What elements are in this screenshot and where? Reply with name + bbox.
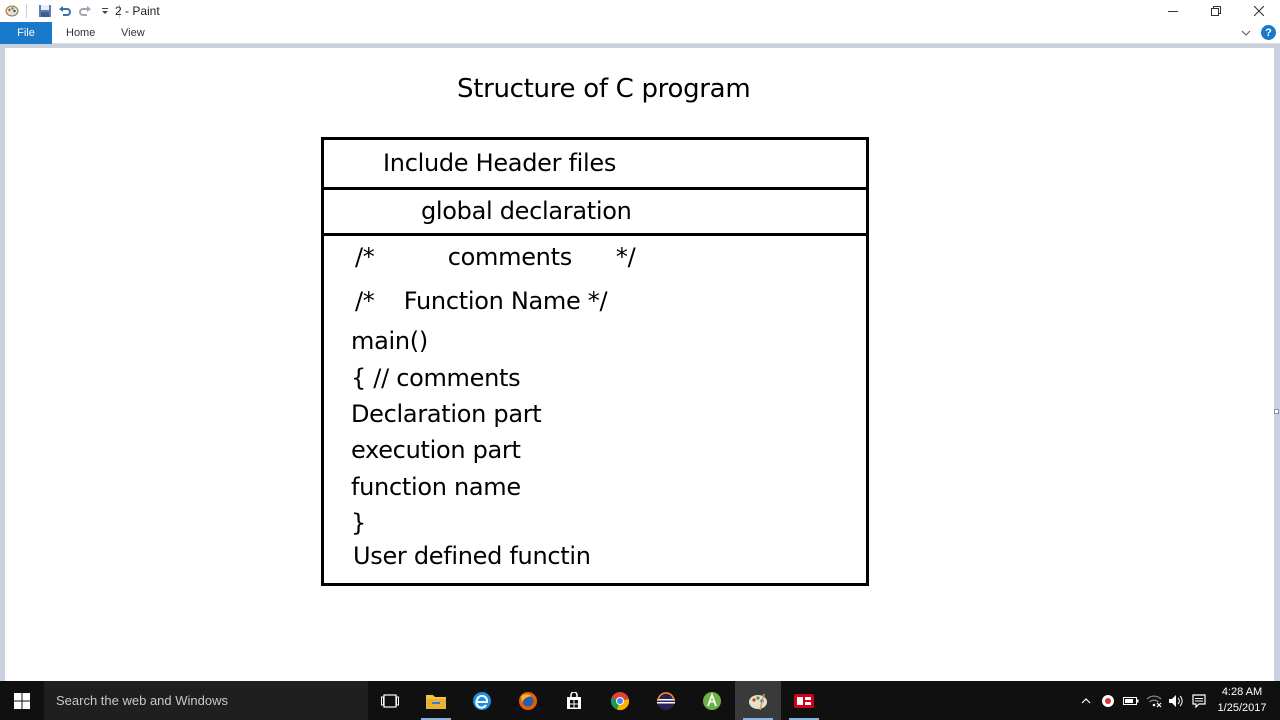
tab-view[interactable]: View (121, 22, 145, 44)
notification-icon (1192, 693, 1206, 708)
tray-app-button[interactable] (1098, 681, 1118, 720)
volume-button[interactable] (1166, 681, 1186, 720)
user-defined-function-line: User defined functin (353, 542, 591, 570)
toolbar-separator (26, 4, 27, 18)
function-name-line: function name (351, 473, 521, 501)
ribbon-right-controls: ? (1241, 25, 1276, 40)
chrome-icon (610, 691, 630, 710)
firefox-button[interactable] (505, 681, 551, 720)
paint-taskbar-button[interactable] (735, 681, 781, 720)
save-icon[interactable] (37, 3, 53, 19)
customize-toolbar-icon[interactable] (97, 3, 113, 19)
windows-logo-icon (14, 692, 30, 709)
battery-icon (1123, 696, 1139, 705)
window-controls (1151, 0, 1280, 22)
firefox-icon (519, 691, 537, 710)
canvas-resize-handle[interactable] (1274, 409, 1279, 414)
global-declaration-section: global declaration (324, 190, 866, 236)
store-button[interactable] (551, 681, 597, 720)
open-brace-line: { // comments (351, 364, 521, 392)
global-declaration-text: global declaration (421, 197, 632, 225)
battery-button[interactable] (1121, 681, 1141, 720)
header-files-section: Include Header files (324, 140, 866, 190)
redo-icon[interactable] (77, 3, 93, 19)
chevron-up-icon (1081, 697, 1091, 703)
store-icon (567, 691, 581, 709)
clock-time: 4:28 AM (1221, 686, 1263, 698)
clock-date: 1/25/2017 (1217, 702, 1267, 714)
tab-home[interactable]: Home (66, 22, 95, 44)
network-button[interactable] (1144, 681, 1164, 720)
codeblocks-icon (794, 693, 814, 708)
execution-part-line: execution part (351, 436, 521, 464)
close-button[interactable] (1237, 0, 1280, 22)
close-brace-line: } (351, 509, 366, 537)
help-icon[interactable]: ? (1261, 25, 1276, 40)
restore-button[interactable] (1194, 0, 1237, 22)
minimize-icon (1167, 11, 1178, 12)
function-name-comment-line: /* Function Name */ (355, 287, 608, 315)
chrome-button[interactable] (597, 681, 643, 720)
title-bar: 2 - Paint (0, 0, 1280, 22)
main-line: main() (351, 327, 428, 355)
eclipse-button[interactable] (643, 681, 689, 720)
file-explorer-button[interactable] (413, 681, 459, 720)
android-studio-button[interactable] (689, 681, 735, 720)
task-view-button[interactable] (367, 681, 413, 720)
ribbon-tabs: File Home View ? (0, 22, 1280, 44)
action-center-button[interactable] (1189, 681, 1209, 720)
close-icon (1253, 6, 1264, 16)
android-studio-icon (703, 691, 721, 710)
comments-line: /* comments */ (355, 243, 636, 271)
taskbar-search-box[interactable]: Search the web and Windows (44, 681, 368, 720)
record-icon (1102, 694, 1114, 707)
show-hidden-icons-button[interactable] (1078, 681, 1094, 720)
file-explorer-icon (426, 694, 446, 709)
window-title: 2 - Paint (115, 4, 160, 18)
eclipse-icon (657, 691, 675, 710)
task-view-icon (381, 693, 399, 708)
quick-access-toolbar (0, 2, 126, 20)
minimize-button[interactable] (1151, 0, 1194, 22)
collapse-ribbon-icon[interactable] (1241, 29, 1251, 37)
paint-icon (749, 693, 767, 710)
undo-icon[interactable] (57, 3, 73, 19)
codeblocks-button[interactable] (781, 681, 827, 720)
header-files-text: Include Header files (383, 149, 617, 177)
diagram-title: Structure of C program (457, 74, 751, 104)
tab-file[interactable]: File (0, 22, 52, 44)
edge-button[interactable] (459, 681, 505, 720)
wifi-disconnected-icon (1146, 694, 1162, 707)
edge-icon (473, 691, 491, 710)
taskbar-clock[interactable]: 4:28 AM 1/25/2017 (1212, 684, 1272, 716)
taskbar: Search the web and Windows 4:28 AM 1/25/… (0, 681, 1280, 720)
start-button[interactable] (0, 681, 44, 720)
program-structure-box: Include Header files global declaration … (321, 137, 869, 586)
volume-icon (1169, 694, 1183, 707)
paint-app-icon[interactable] (4, 3, 20, 19)
declaration-part-line: Declaration part (351, 400, 542, 428)
restore-icon (1210, 6, 1221, 16)
